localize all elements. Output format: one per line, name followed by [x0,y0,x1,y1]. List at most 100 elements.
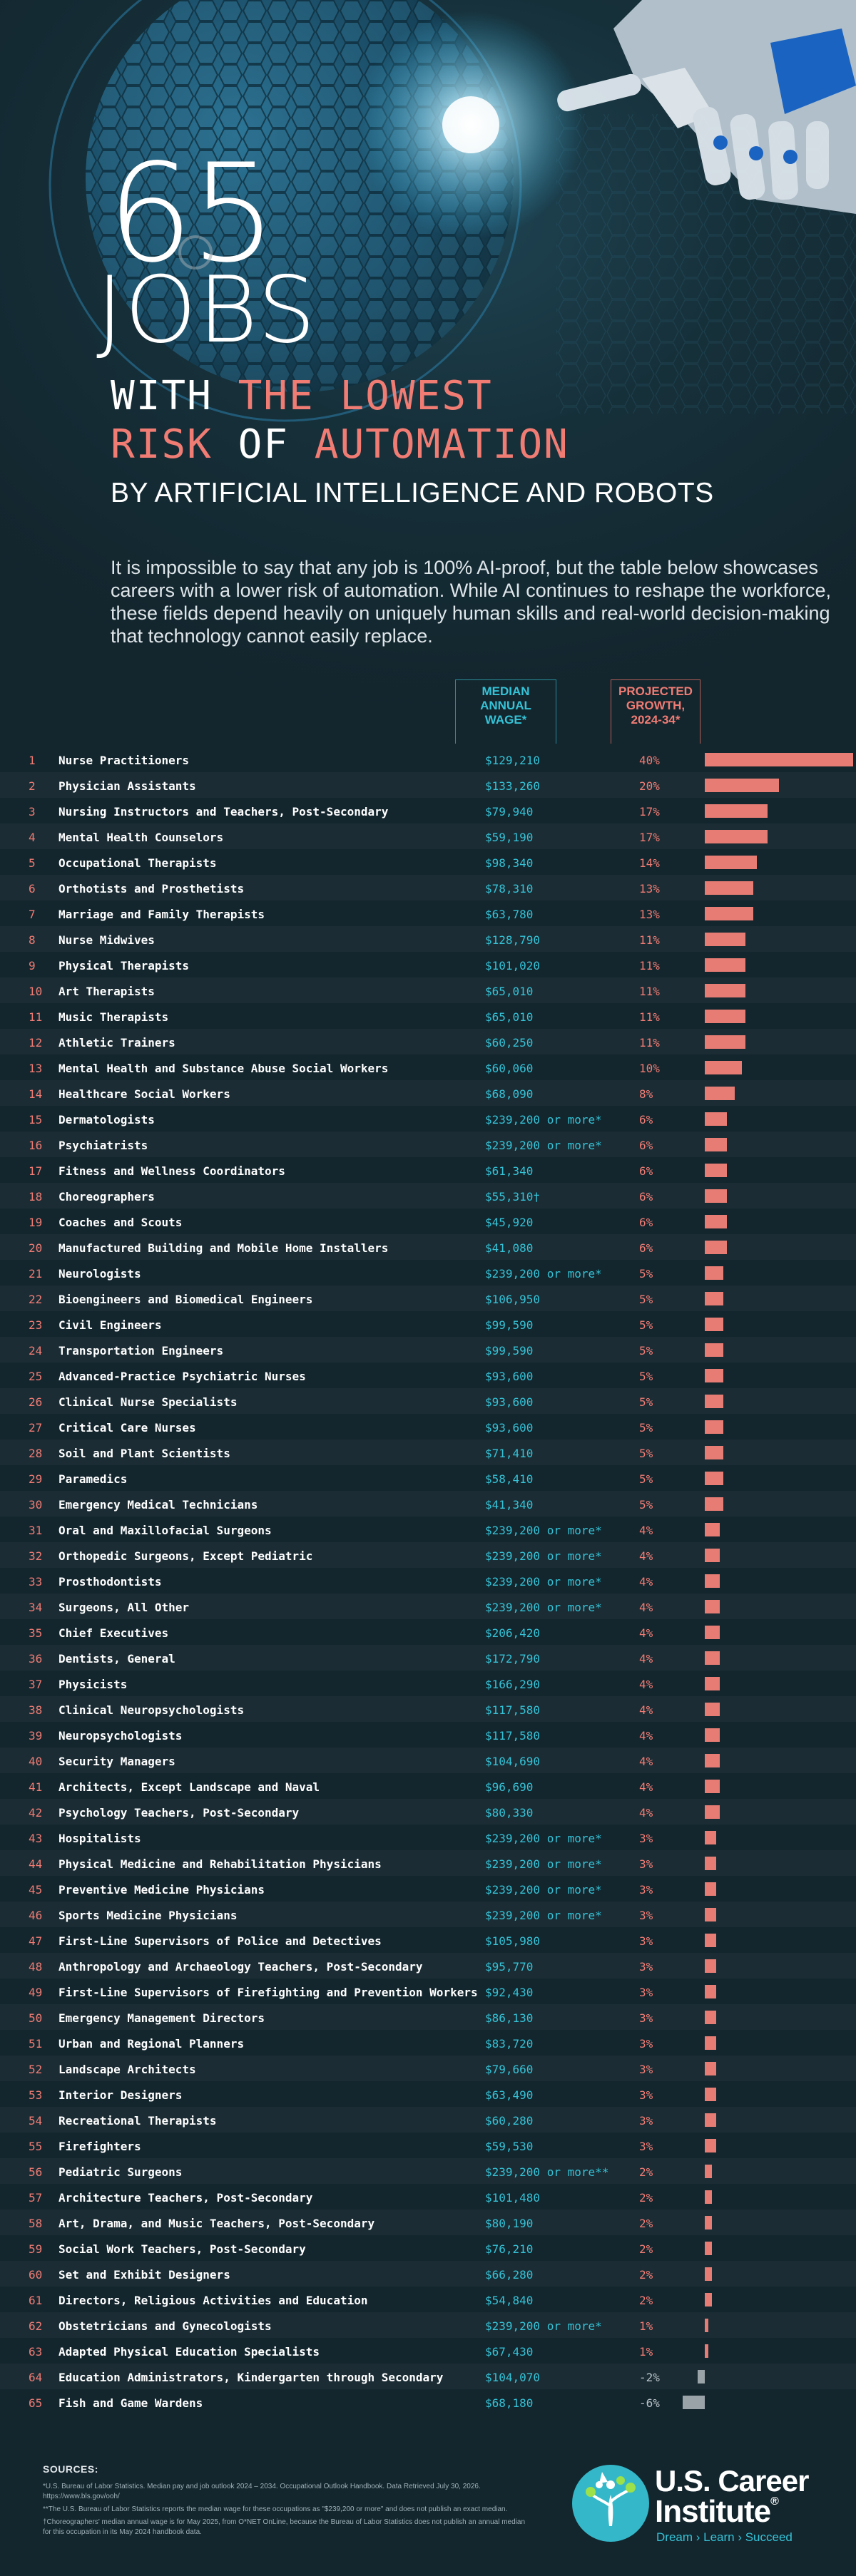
row-occupation: Transportation Engineers [58,1344,224,1358]
row-growth-label: 3% [639,1883,653,1897]
row-occupation: Emergency Management Directors [58,2011,265,2025]
row-growth-label: 4% [639,1729,653,1743]
row-rank: 48 [29,1960,43,1974]
growth-bar [705,933,746,946]
table-row: 52 Landscape Architects $79,660 3% [0,2056,856,2081]
growth-bar [705,1369,723,1382]
row-growth-label: 3% [639,2088,653,2102]
title-line-1: WITH THE LOWEST [111,376,493,416]
row-occupation: Clinical Neuropsychologists [58,1703,245,1717]
row-rank: 61 [29,2294,43,2307]
row-occupation: Interior Designers [58,2088,183,2102]
row-growth-label: 17% [639,805,660,819]
row-occupation: Recreational Therapists [58,2114,217,2128]
row-occupation: Education Administrators, Kindergarten t… [58,2371,444,2384]
row-rank: 38 [29,1703,43,1717]
row-rank: 13 [29,1062,43,1075]
row-wage: $98,340 [485,856,534,870]
infographic-page: 65 JOBS WITH THE LOWEST RISK OF AUTOMATI… [0,0,856,2576]
title-with: WITH [111,373,213,419]
row-wage: $60,280 [485,2114,534,2128]
row-occupation: Surgeons, All Other [58,1601,190,1614]
growth-bar [705,1728,720,1742]
row-growth-label: 13% [639,882,660,896]
table-row: 37 Physicists $166,290 4% [0,1671,856,1696]
table-row: 27 Critical Care Nurses $93,600 5% [0,1414,856,1440]
title-subtitle: BY ARTIFICIAL INTELLIGENCE AND ROBOTS [111,478,714,508]
row-occupation: Manufactured Building and Mobile Home In… [58,1241,389,1255]
row-rank: 47 [29,1934,43,1948]
growth-bar [705,1549,720,1562]
row-rank: 35 [29,1626,43,1640]
row-wage: $71,410 [485,1447,534,1460]
growth-bar [705,907,753,920]
row-wage: $206,420 [485,1626,541,1640]
row-occupation: Physical Medicine and Rehabilitation Phy… [58,1857,382,1871]
row-growth-label: 3% [639,1832,653,1845]
source-note: †Choreographers' median annual wage is f… [43,2518,526,2536]
row-growth-label: 10% [639,1062,660,1075]
row-wage: $76,210 [485,2242,534,2256]
column-header-growth-line: 2024-34* [631,713,681,727]
row-occupation: Fish and Game Wardens [58,2396,203,2410]
table-row: 15 Dermatologists $239,200 or more* 6% [0,1106,856,1132]
registered-mark: ® [770,2495,779,2508]
row-occupation: Orthopedic Surgeons, Except Pediatric [58,1549,313,1563]
row-rank: 4 [29,831,36,844]
table-row: 20 Manufactured Building and Mobile Home … [0,1234,856,1260]
brand-tagline: Dream › Learn › Succeed [656,2530,793,2544]
row-growth-label: 8% [639,1087,653,1101]
table-row: 49 First-Line Supervisors of Firefighting… [0,1979,856,2004]
row-rank: 43 [29,1832,43,1845]
row-growth-label: 13% [639,908,660,921]
table-row: 13 Mental Health and Substance Abuse Soci… [0,1054,856,1080]
growth-bar [705,1934,716,1947]
row-growth-label: 11% [639,985,660,998]
table-row: 45 Preventive Medicine Physicians $239,200… [0,1876,856,1902]
table-row: 59 Social Work Teachers, Post-Secondary $7… [0,2235,856,2261]
row-rank: 58 [29,2217,43,2230]
row-occupation: Physician Assistants [58,779,196,793]
row-growth-label: -6% [639,2396,660,2410]
row-rank: 19 [29,1216,43,1229]
row-growth-label: 5% [639,1267,653,1281]
row-wage: $133,260 [485,779,541,793]
row-wage: $128,790 [485,933,541,947]
row-occupation: Civil Engineers [58,1318,162,1332]
source-note: *U.S. Bureau of Labor Statistics. Median… [43,2483,481,2500]
growth-bar [705,1780,720,1793]
row-growth-label: 40% [639,754,660,767]
row-growth-label: 3% [639,1960,653,1974]
growth-bar [705,753,853,766]
row-rank: 23 [29,1318,43,1332]
row-growth-label: 4% [639,1652,653,1666]
row-wage: $96,690 [485,1780,534,1794]
row-occupation: Athletic Trainers [58,1036,175,1050]
table-row: 1 Nurse Practitioners $129,210 40% [0,746,856,772]
row-occupation: Critical Care Nurses [58,1421,196,1435]
row-growth-label: 4% [639,1601,653,1614]
row-growth-label: 2% [639,2268,653,2282]
growth-bar [705,779,779,792]
table-row: 39 Neuropsychologists $117,580 4% [0,1722,856,1748]
row-wage: $239,200 or more* [485,1601,602,1614]
row-rank: 15 [29,1113,43,1127]
column-header-wage-line: MEDIAN [482,684,530,698]
row-wage: $80,330 [485,1806,534,1820]
row-wage: $172,790 [485,1652,541,1666]
row-wage: $92,430 [485,1986,534,1999]
table-row: 28 Soil and Plant Scientists $71,410 5% [0,1440,856,1465]
row-growth-label: 3% [639,2140,653,2153]
table-row: 55 Firefighters $59,530 3% [0,2133,856,2158]
growth-bar [705,1343,723,1357]
row-growth-label: 3% [639,1986,653,1999]
row-rank: 28 [29,1447,43,1460]
row-rank: 27 [29,1421,43,1435]
row-wage: $99,590 [485,1344,534,1358]
table-row: 54 Recreational Therapists $60,280 3% [0,2107,856,2133]
table-row: 21 Neurologists $239,200 or more* 5% [0,1260,856,1286]
row-rank: 39 [29,1729,43,1743]
row-rank: 25 [29,1370,43,1383]
growth-bar [682,2396,705,2409]
growth-bar [705,1831,716,1844]
